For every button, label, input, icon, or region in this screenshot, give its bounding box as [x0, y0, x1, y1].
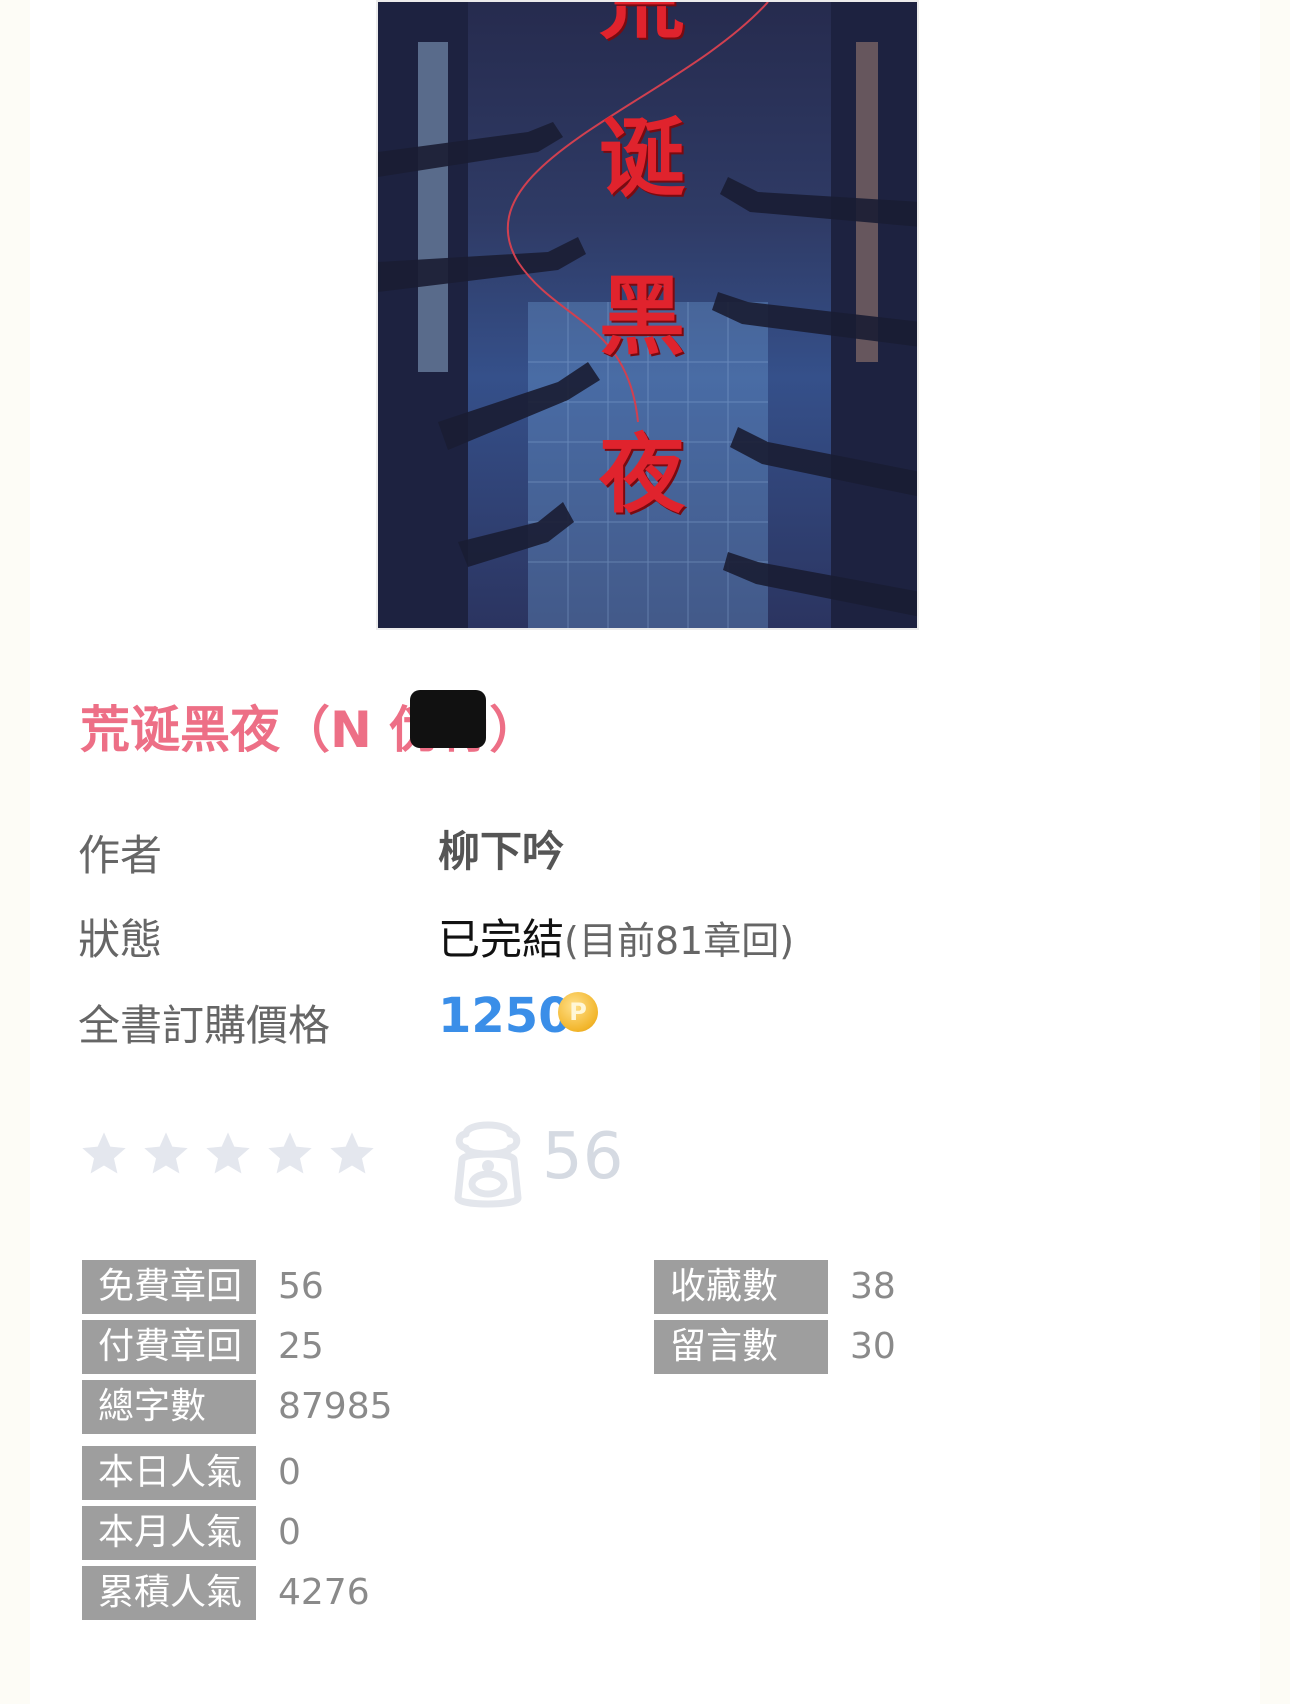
stat-value-daily-popularity: 0: [278, 1452, 301, 1493]
stat-value-comments: 30: [850, 1326, 896, 1367]
favorite-count: 56: [542, 1120, 624, 1194]
price-label: 全書訂購價格: [78, 1001, 331, 1050]
stat-label-free-chapters: 免費章回: [82, 1260, 256, 1314]
author-link[interactable]: 柳下吟: [438, 818, 564, 879]
star-empty-icon[interactable]: [326, 1128, 378, 1180]
stat-label-paid-chapters: 付費章回: [82, 1320, 256, 1374]
stat-label-comments: 留言數: [654, 1320, 828, 1374]
stat-value-free-chapters: 56: [278, 1266, 324, 1307]
coin-icon: P: [558, 992, 598, 1032]
status-value: 已完結(目前81章回): [438, 906, 794, 967]
stat-label-monthly-popularity: 本月人氣: [82, 1506, 256, 1560]
author-label: 作者: [78, 831, 163, 880]
status-detail: (目前81章回): [564, 919, 795, 963]
cover-title-char: 夜: [599, 424, 685, 525]
favorite-bear-icon[interactable]: [448, 1114, 528, 1210]
stat-value-paid-chapters: 25: [278, 1326, 324, 1367]
star-empty-icon[interactable]: [264, 1128, 316, 1180]
book-cover-image[interactable]: 荒 诞 黑 夜: [376, 0, 919, 630]
stat-value-monthly-popularity: 0: [278, 1512, 301, 1553]
stat-value-bookmarks: 38: [850, 1266, 896, 1307]
status-text: 已完結: [438, 915, 565, 964]
stat-label-daily-popularity: 本日人氣: [82, 1446, 256, 1500]
star-empty-icon[interactable]: [78, 1128, 130, 1180]
status-label: 狀態: [78, 915, 163, 964]
star-empty-icon[interactable]: [202, 1128, 254, 1180]
redaction-mark: [410, 690, 486, 748]
cover-title-char: 荒: [599, 0, 685, 51]
stat-label-total-popularity: 累積人氣: [82, 1566, 256, 1620]
star-empty-icon[interactable]: [140, 1128, 192, 1180]
rating-stars[interactable]: [78, 1128, 378, 1180]
cover-title-char: 黑: [599, 266, 685, 367]
cover-title-char: 诞: [599, 108, 685, 209]
price-value: 1250: [438, 988, 572, 1044]
stat-label-bookmarks: 收藏數: [654, 1260, 828, 1314]
stat-label-word-count: 總字數: [82, 1380, 256, 1434]
stat-value-word-count: 87985: [278, 1386, 393, 1427]
stat-value-total-popularity: 4276: [278, 1572, 370, 1613]
